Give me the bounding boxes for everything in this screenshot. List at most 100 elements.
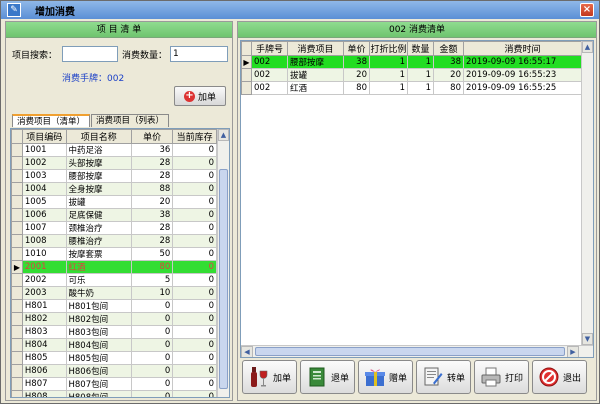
scroll-left-icon[interactable]: ◀ <box>241 346 253 357</box>
search-input[interactable] <box>62 46 118 62</box>
item-row[interactable]: ▶ 2001 红酒 80 0 <box>11 260 217 274</box>
row-indicator <box>11 351 23 365</box>
item-row[interactable]: H807 H807包间 0 0 <box>11 377 217 391</box>
item-row[interactable]: 1003 腰部按摩 28 0 <box>11 169 217 183</box>
scroll-right-icon[interactable]: ▶ <box>567 346 579 357</box>
quantity-cell: 1 <box>407 81 434 95</box>
item-row[interactable]: 1006 足底保健 38 0 <box>11 208 217 222</box>
item-code-cell: H805 <box>21 351 67 365</box>
item-code-cell: 1008 <box>21 234 67 248</box>
add-order-button[interactable]: 加单 <box>242 360 297 394</box>
refund-order-label: 退单 <box>330 373 349 384</box>
edit-note-icon <box>422 365 444 389</box>
row-indicator <box>11 195 23 209</box>
item-grid-vscroll[interactable]: ▲ <box>217 129 229 397</box>
item-name-cell: 全身按摩 <box>65 182 132 196</box>
col-item-code[interactable]: 项目编码 <box>21 129 67 144</box>
item-name-cell: H802包间 <box>65 312 132 326</box>
item-row[interactable]: 1001 中药足浴 36 0 <box>11 143 217 157</box>
item-name-cell: H804包间 <box>65 338 132 352</box>
amount-cell: 38 <box>433 55 464 69</box>
close-button[interactable]: × <box>580 3 594 17</box>
gift-order-button[interactable]: 赠单 <box>358 360 413 394</box>
consumption-hscroll-thumb[interactable] <box>255 347 565 356</box>
stock-cell: 0 <box>172 286 217 300</box>
col-price[interactable]: 单价 <box>343 41 370 56</box>
transfer-order-button[interactable]: 转单 <box>416 360 471 394</box>
col-amount[interactable]: 金额 <box>433 41 464 56</box>
corner-cell <box>11 129 23 144</box>
gift-order-label: 赠单 <box>388 373 407 384</box>
col-time[interactable]: 消费时间 <box>463 41 582 56</box>
col-quantity[interactable]: 数量 <box>407 41 434 56</box>
col-current-stock[interactable]: 当前库存 <box>172 129 217 144</box>
item-row[interactable]: H805 H805包间 0 0 <box>11 351 217 365</box>
item-row[interactable]: H808 H808包间 0 0 <box>11 390 217 397</box>
col-discount[interactable]: 打折比例 <box>369 41 408 56</box>
stock-cell: 0 <box>172 325 217 339</box>
time-cell: 2019-09-09 16:55:23 <box>463 68 582 82</box>
exit-button[interactable]: 退出 <box>532 360 587 394</box>
discount-cell: 1 <box>369 55 408 69</box>
stock-cell: 0 <box>172 156 217 170</box>
add-consumption-window: ✎ 增加消费 × 项 目 清 单 项目搜索： 消费数量： 1 消费手牌：002 … <box>0 0 600 404</box>
item-code-cell: 1010 <box>21 247 67 261</box>
col-item-name[interactable]: 项目名称 <box>65 129 132 144</box>
transfer-order-label: 转单 <box>446 373 465 384</box>
item-row[interactable]: 2003 酸牛奶 10 0 <box>11 286 217 300</box>
stock-cell: 0 <box>172 247 217 261</box>
stock-cell: 0 <box>172 299 217 313</box>
unit-price-cell: 28 <box>130 169 174 183</box>
consumption-row[interactable]: 002 红酒 80 1 1 80 2019-09-09 16:55:25 <box>241 81 582 95</box>
search-label: 项目搜索： <box>12 51 58 61</box>
item-row[interactable]: 1007 颈椎治疗 28 0 <box>11 221 217 235</box>
item-row[interactable]: 1002 头部按摩 28 0 <box>11 156 217 170</box>
item-row[interactable]: 1010 按摩套票 50 0 <box>11 247 217 261</box>
item-row[interactable]: H804 H804包间 0 0 <box>11 338 217 352</box>
refund-order-button[interactable]: 退单 <box>300 360 355 394</box>
action-toolbar: 加单 退单 赠单 转单 打印 退出 <box>238 360 596 400</box>
stock-cell: 0 <box>172 338 217 352</box>
item-row[interactable]: H801 H801包间 0 0 <box>11 299 217 313</box>
item-code-cell: H807 <box>21 377 67 391</box>
stock-cell: 0 <box>172 377 217 391</box>
col-consumption-item[interactable]: 消费项目 <box>287 41 344 56</box>
print-button[interactable]: 打印 <box>474 360 529 394</box>
item-name-cell: H806包间 <box>65 364 132 378</box>
item-grid-scroll-thumb[interactable] <box>219 169 228 389</box>
scroll-up-icon[interactable]: ▲ <box>218 129 229 141</box>
item-row[interactable]: 2002 可乐 5 0 <box>11 273 217 287</box>
item-code-cell: 1005 <box>21 195 67 209</box>
item-cell: 拔罐 <box>287 68 344 82</box>
item-row[interactable]: H802 H802包间 0 0 <box>11 312 217 326</box>
consumption-vscroll[interactable]: ▲ ▼ <box>581 41 593 345</box>
scroll-up-icon[interactable]: ▲ <box>582 41 593 53</box>
amount-cell: 20 <box>433 68 464 82</box>
item-name-cell: 颈椎治疗 <box>65 221 132 235</box>
handcard-cell: 002 <box>251 68 288 82</box>
add-order-small-button[interactable]: + 加单 <box>174 86 226 106</box>
item-row[interactable]: 1005 拔罐 20 0 <box>11 195 217 209</box>
item-row[interactable]: 1008 腰椎治疗 28 0 <box>11 234 217 248</box>
stock-cell: 0 <box>172 143 217 157</box>
stock-cell: 0 <box>172 351 217 365</box>
quantity-input[interactable]: 1 <box>170 46 228 62</box>
unit-price-cell: 10 <box>130 286 174 300</box>
scroll-down-icon[interactable]: ▼ <box>582 333 593 345</box>
item-name-cell: H803包间 <box>65 325 132 339</box>
item-row[interactable]: H806 H806包间 0 0 <box>11 364 217 378</box>
stock-cell: 0 <box>172 260 217 274</box>
quantity-cell: 1 <box>407 55 434 69</box>
tab-item-sheet[interactable]: 消费项目（清单） <box>12 114 91 127</box>
col-unit-price[interactable]: 单价 <box>130 129 174 144</box>
tab-item-list[interactable]: 消费项目（列表） <box>91 114 170 127</box>
consumption-hscroll[interactable]: ◀ ▶ <box>241 345 593 357</box>
row-indicator <box>11 182 23 196</box>
col-handcard[interactable]: 手牌号 <box>251 41 288 56</box>
item-row[interactable]: 1004 全身按摩 88 0 <box>11 182 217 196</box>
consumption-row[interactable]: ▶ 002 腰部按摩 38 1 1 38 2019-09-09 16:55:17 <box>241 55 582 69</box>
unit-price-cell: 0 <box>130 325 174 339</box>
consumption-row[interactable]: 002 拔罐 20 1 1 20 2019-09-09 16:55:23 <box>241 68 582 82</box>
item-row[interactable]: H803 H803包间 0 0 <box>11 325 217 339</box>
unit-price-cell: 0 <box>130 377 174 391</box>
